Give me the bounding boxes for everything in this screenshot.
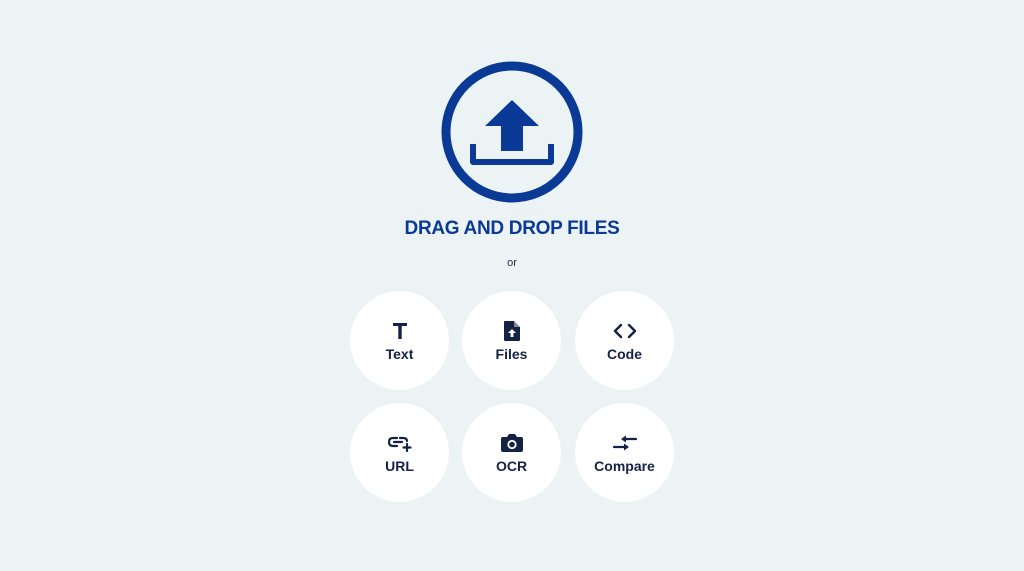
compare-arrows-icon xyxy=(612,432,638,454)
drop-zone[interactable]: DRAG AND DROP FILES or Text Files Code U… xyxy=(0,0,1024,571)
upload-icon[interactable] xyxy=(440,60,584,204)
code-option-button[interactable]: Code xyxy=(575,291,674,390)
code-icon xyxy=(613,320,637,342)
file-upload-icon xyxy=(503,320,521,342)
link-add-icon xyxy=(387,432,413,454)
ocr-option-label: OCR xyxy=(495,457,528,474)
code-option-label: Code xyxy=(607,345,642,362)
ocr-option-button[interactable]: OCR xyxy=(462,403,561,502)
url-option-label: URL xyxy=(385,457,414,474)
camera-icon xyxy=(500,432,524,454)
compare-option-button[interactable]: Compare xyxy=(575,403,674,502)
drop-title: DRAG AND DROP FILES xyxy=(404,218,620,239)
text-option-button[interactable]: Text xyxy=(350,291,449,390)
text-option-label: Text xyxy=(385,345,414,362)
files-option-button[interactable]: Files xyxy=(462,291,561,390)
or-separator: or xyxy=(507,257,517,269)
text-icon xyxy=(392,320,408,342)
input-options: Text Files Code URL OCR Compare xyxy=(350,291,674,502)
url-option-button[interactable]: URL xyxy=(350,403,449,502)
compare-option-label: Compare xyxy=(594,457,655,474)
files-option-label: Files xyxy=(495,345,528,362)
page: DRAG AND DROP FILES or Text Files Code U… xyxy=(0,0,1024,571)
